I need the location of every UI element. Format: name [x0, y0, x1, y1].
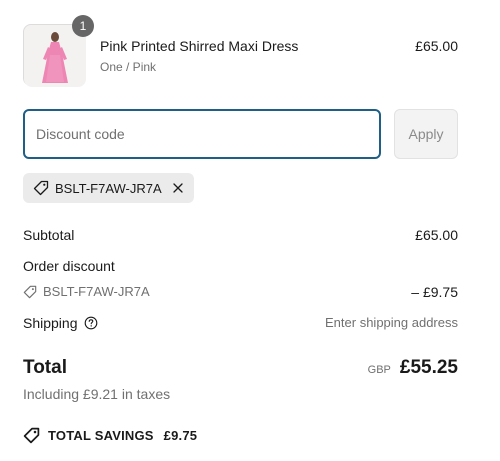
product-thumbnail: 1	[23, 15, 94, 87]
tag-icon	[33, 180, 49, 196]
shipping-label-group: Shipping	[23, 315, 98, 331]
shipping-label: Shipping	[23, 315, 78, 331]
close-icon	[173, 183, 183, 193]
total-savings: TOTAL SAVINGS £9.75	[23, 427, 197, 444]
savings-value: £9.75	[163, 428, 198, 443]
help-icon[interactable]	[84, 316, 98, 330]
total-value: £55.25	[399, 357, 458, 378]
product-variant: One / Pink	[100, 60, 157, 74]
total-label: Total	[23, 357, 67, 378]
shipping-value: Enter shipping address	[325, 315, 458, 330]
product-price: £65.00	[415, 38, 458, 54]
subtotal-value: £65.00	[415, 227, 458, 243]
applied-discount-code: BSLT-F7AW-JR7A	[55, 180, 162, 196]
tag-icon	[23, 285, 37, 298]
order-discount-code: BSLT-F7AW-JR7A	[43, 284, 150, 299]
cart-line-item: 1 Pink Printed Shirred Maxi Dress One / …	[23, 15, 458, 87]
product-name: Pink Printed Shirred Maxi Dress	[100, 38, 299, 54]
tag-icon	[23, 427, 40, 444]
subtotal-label: Subtotal	[23, 227, 75, 243]
applied-discount-chip: BSLT-F7AW-JR7A	[23, 173, 194, 203]
order-discount-label: Order discount	[23, 258, 115, 274]
apply-discount-button[interactable]: Apply	[394, 109, 458, 159]
remove-discount-button[interactable]	[172, 182, 184, 194]
quantity-badge: 1	[72, 15, 94, 37]
total-amount-group: GBP £55.25	[368, 357, 458, 379]
taxes-note: Including £9.21 in taxes	[23, 386, 171, 402]
order-discount-value: – £9.75	[411, 284, 458, 300]
savings-label: TOTAL SAVINGS	[48, 428, 154, 443]
order-discount-code-line: BSLT-F7AW-JR7A	[23, 284, 150, 299]
currency-code: GBP	[367, 364, 391, 376]
discount-code-input[interactable]	[23, 109, 381, 159]
